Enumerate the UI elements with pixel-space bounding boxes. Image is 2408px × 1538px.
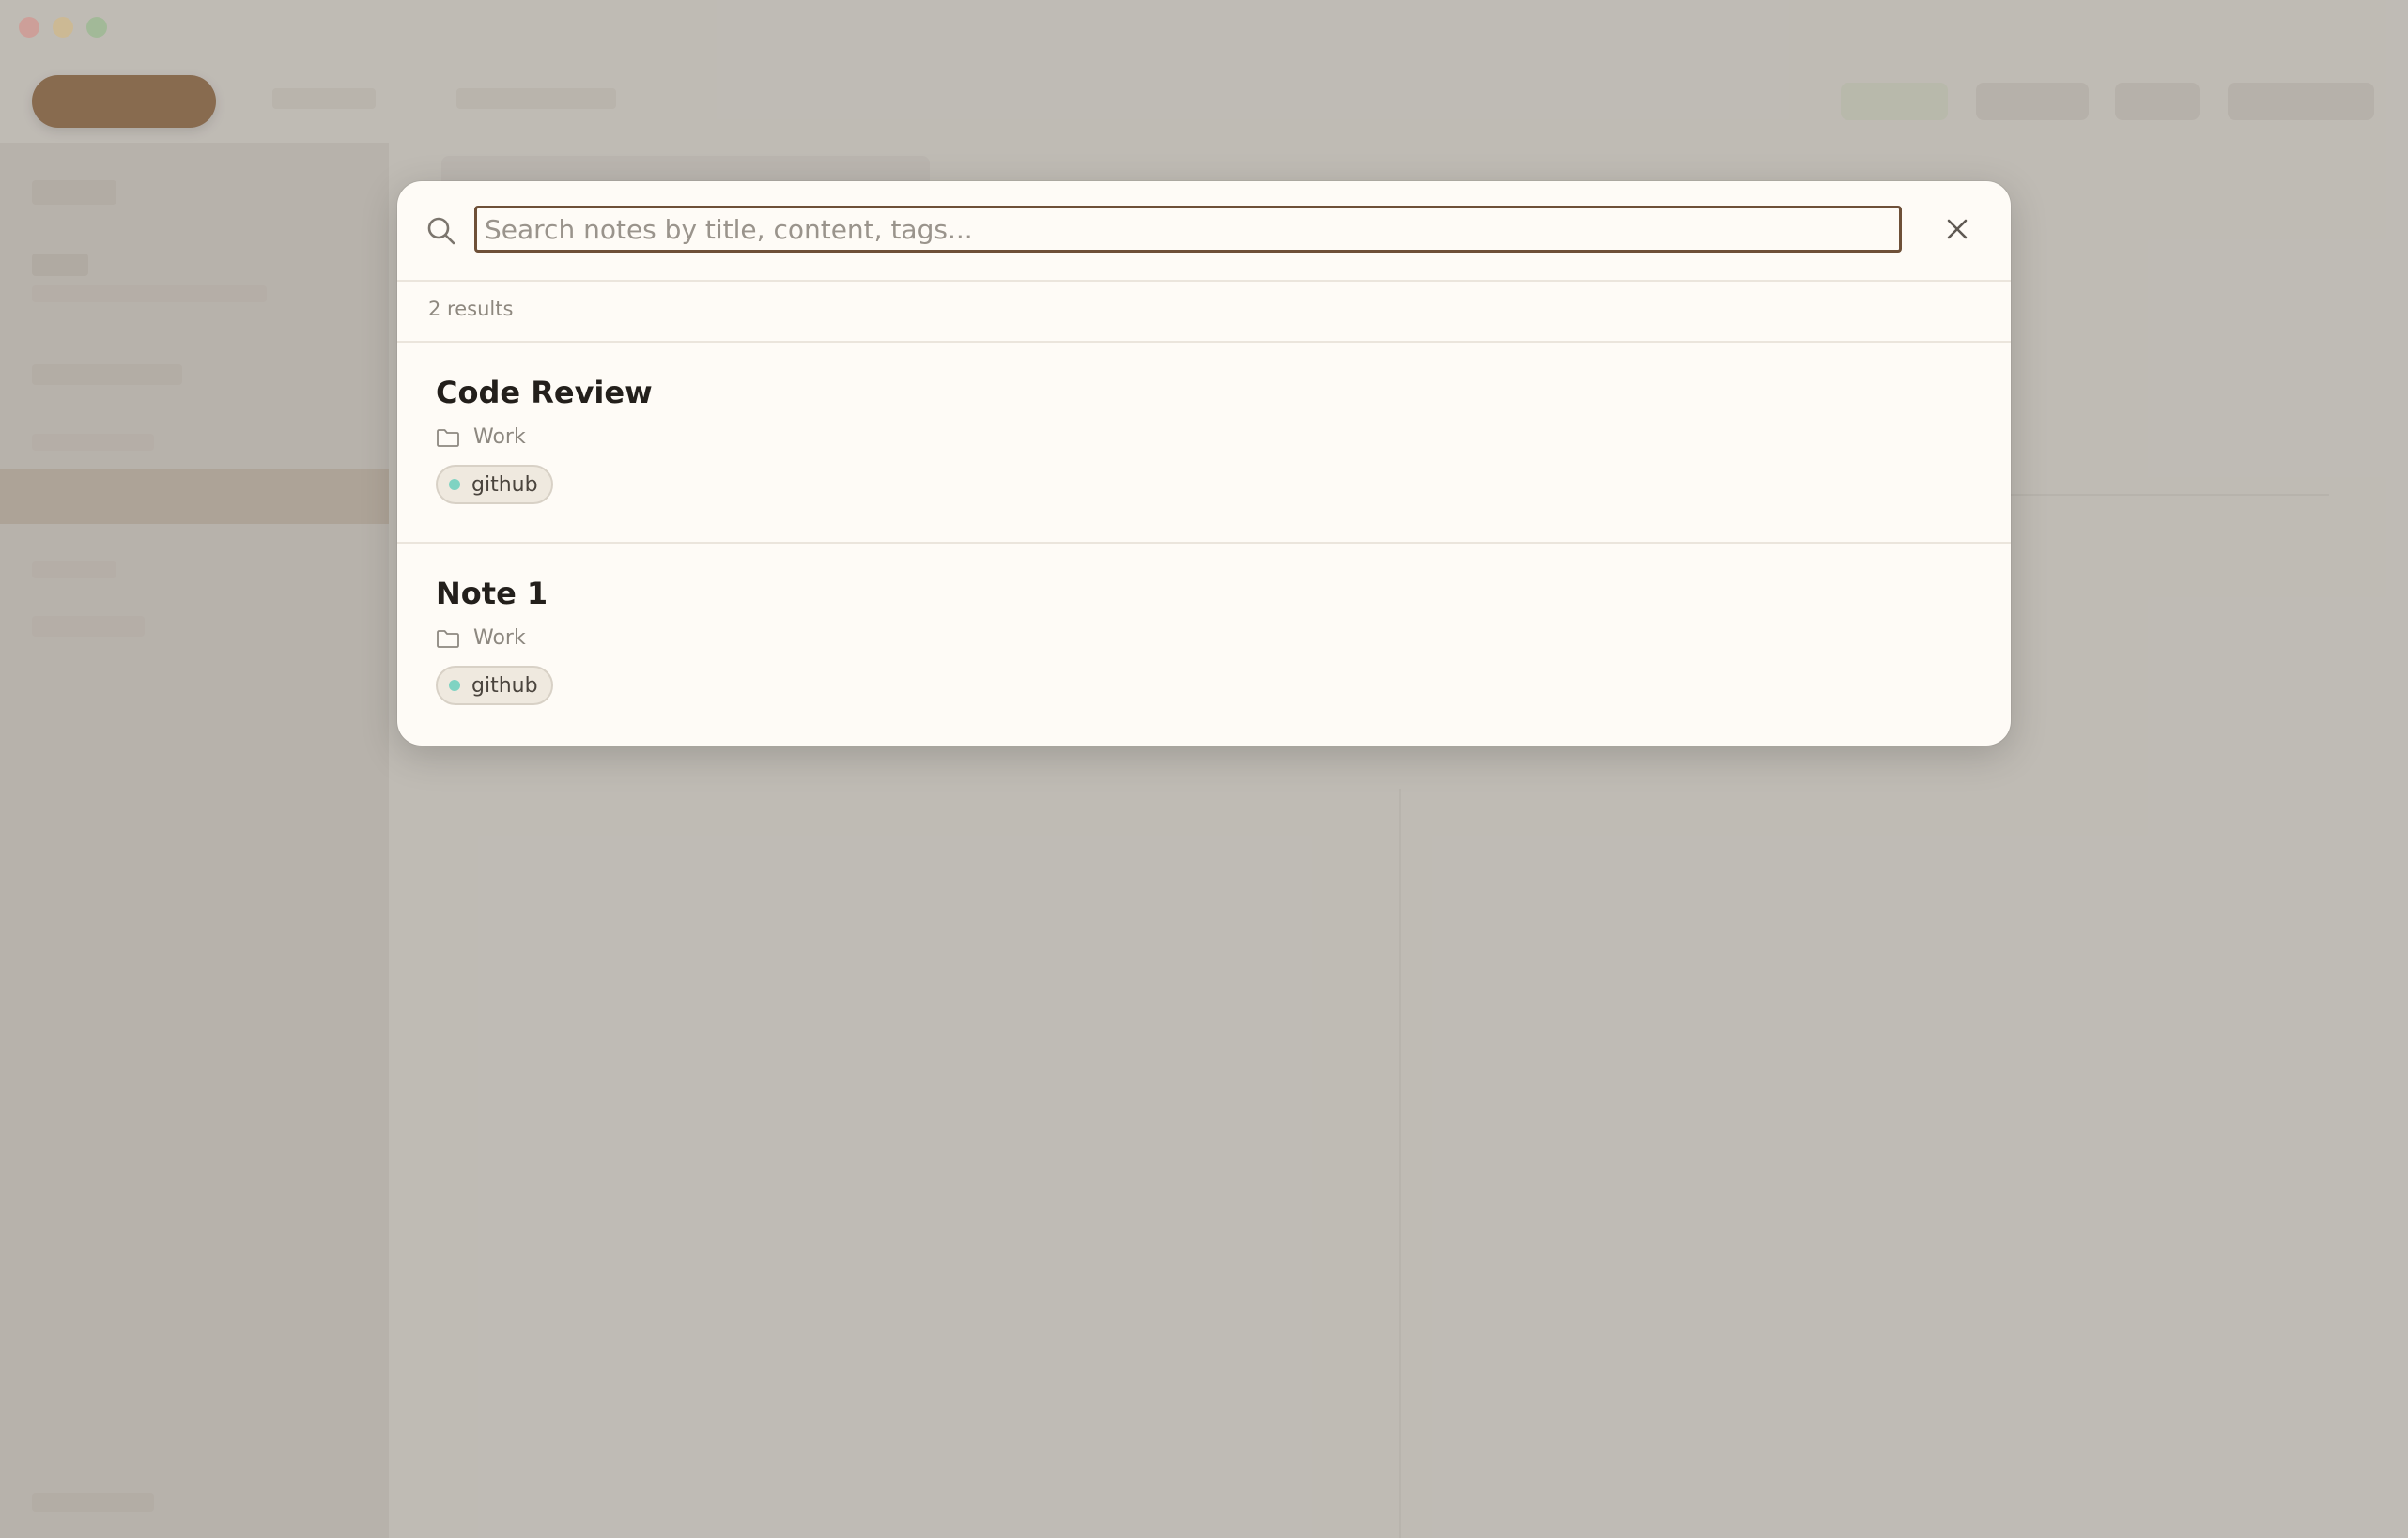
result-folder: Work: [436, 425, 526, 449]
tag-chip[interactable]: github: [436, 465, 553, 504]
result-folder: Work: [436, 626, 526, 650]
result-title: Code Review: [436, 375, 653, 410]
result-title: Note 1: [436, 576, 548, 611]
results-count: 2 results: [428, 298, 514, 320]
search-input[interactable]: [474, 206, 1902, 253]
folder-icon: [437, 629, 459, 648]
folder-name: Work: [473, 425, 526, 449]
tag-color-dot: [449, 680, 460, 691]
tag-color-dot: [449, 479, 460, 490]
tag-label: github: [471, 472, 538, 497]
close-button[interactable]: [1937, 209, 1977, 249]
tag-label: github: [471, 673, 538, 698]
folder-icon: [437, 428, 459, 447]
search-modal: 2 results Code Review Work github Note 1…: [397, 181, 2011, 746]
search-bar: [397, 181, 2011, 282]
close-icon: [1947, 219, 1968, 239]
search-result-item[interactable]: Note 1 Work github: [397, 544, 2011, 743]
tag-chip[interactable]: github: [436, 666, 553, 705]
search-icon: [427, 217, 455, 245]
search-result-item[interactable]: Code Review Work github: [397, 343, 2011, 544]
folder-name: Work: [473, 626, 526, 650]
